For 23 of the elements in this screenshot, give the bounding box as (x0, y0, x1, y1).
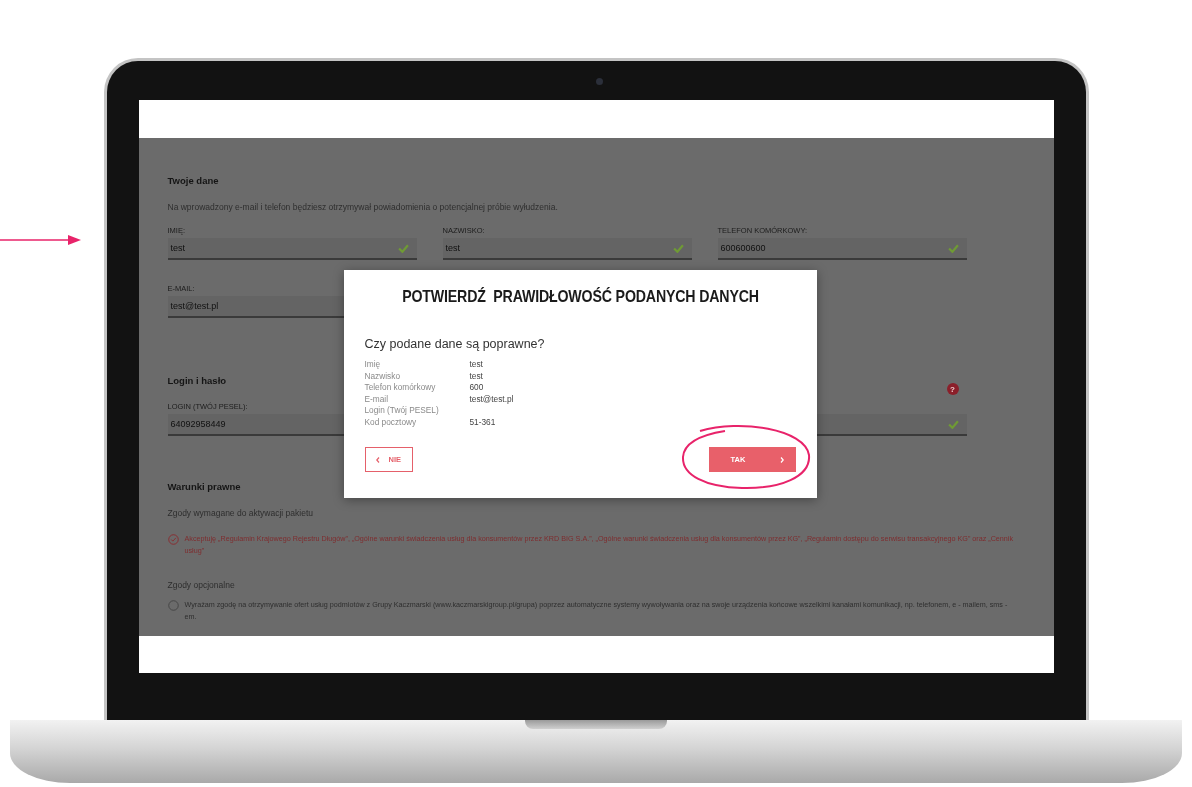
dialog-question: Czy podane dane są poprawne? (364, 336, 546, 352)
check-circle-icon[interactable] (167, 534, 179, 545)
summary-value: test (469, 359, 484, 371)
summary-label: E-mail (364, 393, 389, 405)
summary-label: Kod pocztowy (364, 416, 418, 428)
summary-value: 600 (469, 382, 485, 394)
radio-circle-icon[interactable] (167, 600, 179, 611)
summary-value: test@test.pl (469, 393, 515, 405)
summary-label: Telefon komórkowy (364, 382, 437, 394)
input-field[interactable]: 600600600 (717, 238, 967, 260)
chevron-right-icon (779, 456, 784, 463)
section-heading: Login i hasło (167, 375, 227, 386)
summary-label: Imię (364, 359, 382, 371)
section-heading: Twoje dane (167, 175, 219, 186)
input-field[interactable]: test (442, 238, 692, 260)
summary-label: Login (Twój PESEL) (364, 405, 440, 417)
summary-value: test (469, 370, 484, 382)
section-heading: Warunki prawne (167, 481, 241, 492)
chevron-left-icon (375, 456, 380, 463)
webcam-dot (595, 78, 603, 85)
input-field[interactable]: test (167, 238, 417, 260)
summary-value: 51-361 (469, 416, 497, 428)
summary-label: Nazwisko (364, 370, 401, 382)
